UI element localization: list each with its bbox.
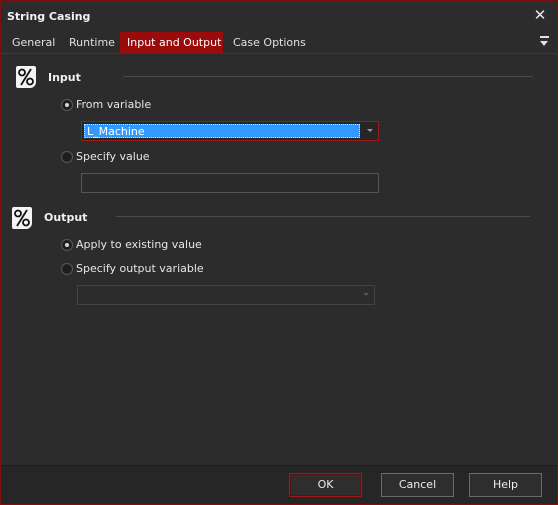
window-title: String Casing xyxy=(7,10,91,23)
input-section-divider xyxy=(123,76,533,77)
tab-content: Input From variable L_Machine Specify va… xyxy=(1,55,557,465)
input-variable-select[interactable]: L_Machine xyxy=(81,121,379,141)
output-variable-select[interactable] xyxy=(77,285,375,305)
tab-general[interactable]: General xyxy=(5,32,62,54)
from-variable-label[interactable]: From variable xyxy=(76,98,151,111)
input-section-heading: Input xyxy=(48,71,81,84)
from-variable-radio[interactable] xyxy=(61,99,73,111)
menu-dropdown-icon[interactable] xyxy=(539,36,551,48)
tab-runtime[interactable]: Runtime xyxy=(62,32,122,54)
close-icon[interactable]: ✕ xyxy=(532,7,548,23)
percent-icon xyxy=(16,66,36,88)
tab-bar: General Runtime Input and Output Case Op… xyxy=(1,32,557,54)
specify-value-label[interactable]: Specify value xyxy=(76,150,150,163)
tab-input-and-output[interactable]: Input and Output xyxy=(120,32,223,54)
input-variable-value: L_Machine xyxy=(84,124,360,138)
cancel-button[interactable]: Cancel xyxy=(381,473,454,497)
tab-case-options[interactable]: Case Options xyxy=(226,32,313,54)
chevron-down-icon[interactable] xyxy=(363,293,369,296)
dialog-window: String Casing ✕ General Runtime Input an… xyxy=(0,0,558,505)
percent-icon xyxy=(12,207,32,229)
help-button[interactable]: Help xyxy=(469,473,542,497)
output-section-heading: Output xyxy=(44,211,88,224)
specify-output-radio[interactable] xyxy=(61,263,73,275)
apply-existing-radio[interactable] xyxy=(61,239,73,251)
chevron-down-icon[interactable] xyxy=(367,129,373,132)
specify-value-input[interactable] xyxy=(81,173,379,193)
output-section-divider xyxy=(116,216,530,217)
specify-value-radio[interactable] xyxy=(61,151,73,163)
dialog-footer: OK Cancel Help xyxy=(1,465,557,504)
apply-existing-label[interactable]: Apply to existing value xyxy=(76,238,202,251)
ok-button[interactable]: OK xyxy=(289,473,362,497)
specify-output-label[interactable]: Specify output variable xyxy=(76,262,204,275)
title-bar: String Casing ✕ xyxy=(1,1,557,32)
output-variable-value xyxy=(80,288,84,302)
